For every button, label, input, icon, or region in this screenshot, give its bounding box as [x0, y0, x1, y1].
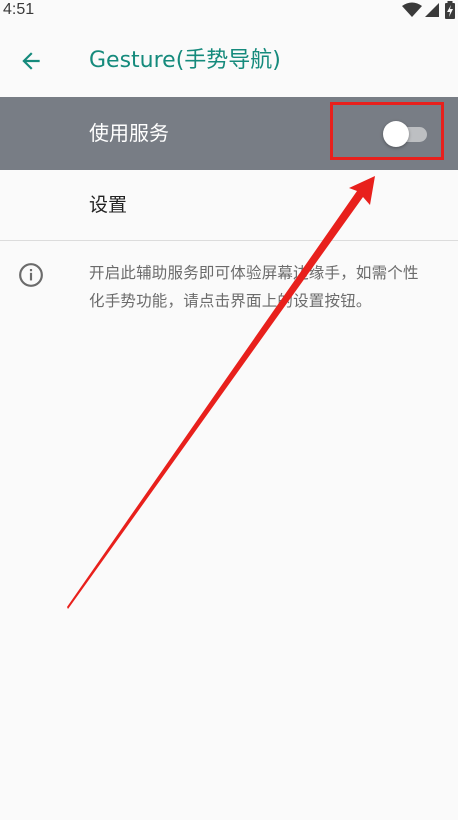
battery-charging-icon	[445, 1, 455, 19]
settings-label: 设置	[89, 194, 128, 216]
divider	[0, 240, 458, 241]
status-bar: 4:51	[0, 0, 458, 24]
info-text: 开启此辅助服务即可体验屏幕边缘手，如需个性化手势功能，请点击界面上的设置按钮。	[89, 264, 419, 310]
use-service-label: 使用服务	[89, 121, 169, 145]
page-title: Gesture(手势导航)	[89, 48, 281, 73]
screen: 4:51 Gesture(手势导航) 使用服务 设置 开启此辅助服务即可体验屏幕…	[0, 0, 458, 820]
app-bar: Gesture(手势导航)	[0, 24, 458, 97]
status-icons	[402, 0, 456, 20]
info-icon	[19, 263, 43, 287]
wifi-icon	[402, 2, 422, 17]
settings-row[interactable]: 设置	[0, 170, 458, 240]
signal-icon	[425, 3, 439, 17]
status-time: 4:51	[3, 1, 35, 18]
annotation-highlight-box	[330, 102, 444, 160]
back-button[interactable]	[14, 44, 48, 78]
arrow-back-icon	[22, 52, 40, 70]
